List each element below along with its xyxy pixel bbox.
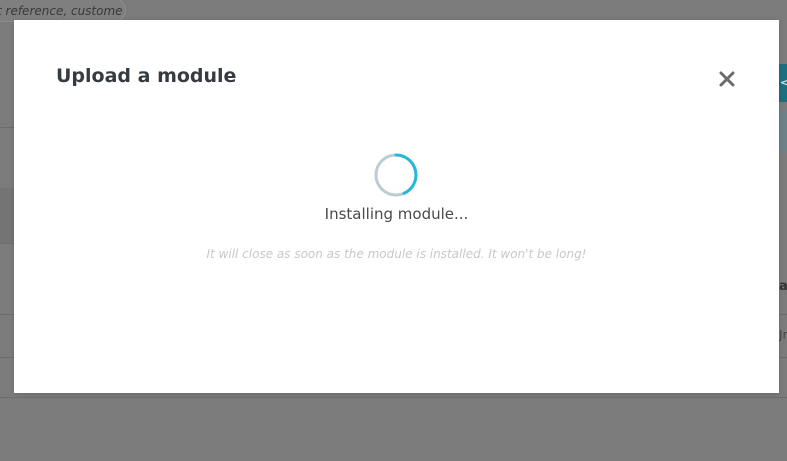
background-divider: [0, 357, 14, 358]
background-divider: [0, 127, 14, 128]
modal-title: Upload a module: [56, 65, 237, 87]
background-divider: [0, 243, 14, 244]
background-row: [0, 188, 14, 243]
loading-spinner-icon: [374, 153, 418, 197]
background-text: Jr: [779, 328, 787, 342]
background-text: al: [779, 279, 787, 294]
background-chevron-icon: <: [780, 76, 787, 89]
installing-status-text: Installing module...: [324, 205, 469, 223]
close-icon: [719, 71, 735, 87]
install-note-text: It will close as soon as the module is i…: [206, 247, 587, 261]
background-divider: [0, 314, 14, 315]
background-search-input: t reference, custome: [0, 0, 126, 22]
background-divider: [779, 314, 787, 315]
upload-module-modal: Upload a module Installing module... It …: [14, 20, 779, 393]
background-divider: [0, 397, 787, 398]
close-button[interactable]: [714, 66, 740, 92]
background-divider: [779, 357, 787, 358]
